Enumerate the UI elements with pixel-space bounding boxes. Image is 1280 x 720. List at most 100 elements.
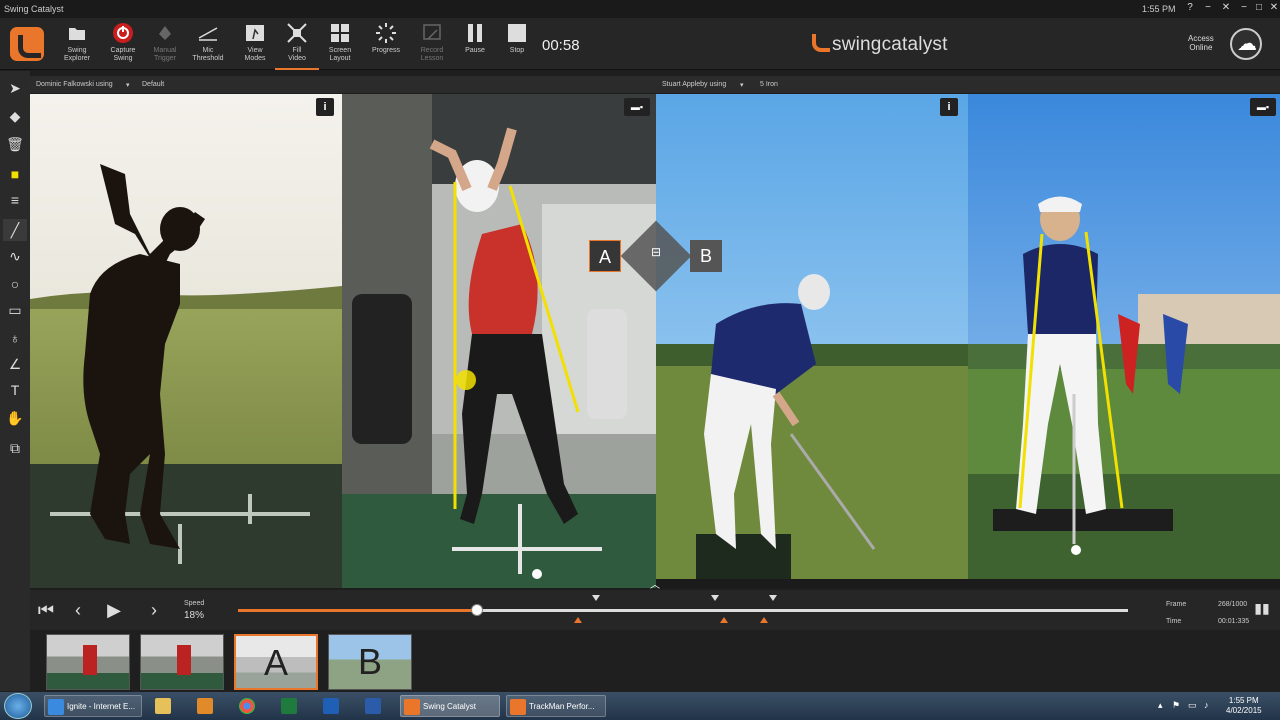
taskbar-item-media[interactable]: [194, 695, 222, 717]
body-icon[interactable]: ♁: [3, 327, 27, 349]
swing-catalyst-icon: [404, 699, 420, 715]
timeline-marker-top[interactable]: [768, 595, 777, 601]
angle-icon[interactable]: ∠: [3, 353, 27, 375]
speed-control[interactable]: Speed 18%: [184, 598, 204, 622]
library-icon[interactable]: ▮▮: [1252, 600, 1272, 620]
info-icon[interactable]: i: [940, 98, 958, 116]
minimize-small-button[interactable]: −: [1199, 2, 1217, 13]
collapse-up-icon[interactable]: ︿: [648, 576, 662, 591]
thumbnail-1[interactable]: [46, 634, 130, 690]
main-toolbar: Swing Explorer Capture Swing Manual Trig…: [0, 18, 1280, 70]
progress-button[interactable]: Progress: [364, 22, 408, 70]
fill-video-button[interactable]: Fill Video: [275, 22, 319, 70]
stop-button[interactable]: Stop: [495, 22, 539, 70]
video-a-club[interactable]: Default: [142, 81, 164, 88]
word-icon: [365, 698, 381, 714]
help-button[interactable]: ?: [1181, 2, 1199, 13]
thumbnail-a[interactable]: A: [234, 634, 318, 690]
video-b-club[interactable]: 5 Iron: [760, 81, 778, 88]
pause-button[interactable]: Pause: [453, 22, 497, 70]
record-lesson-button[interactable]: Record Lesson: [410, 22, 454, 70]
brand-mark-icon: [812, 34, 830, 52]
tray-flag-icon[interactable]: ⚑: [1172, 700, 1180, 711]
camera-icon[interactable]: ▬▪: [1250, 98, 1276, 116]
tray-network-icon[interactable]: ▭: [1188, 700, 1197, 711]
timeline-marker-top[interactable]: [591, 595, 600, 601]
progress-icon: [376, 23, 396, 43]
marker-icon[interactable]: ■: [3, 163, 27, 185]
chevron-down-icon[interactable]: ▾: [740, 81, 744, 89]
window-title: Swing Catalyst: [4, 4, 64, 14]
frame-info: Frame 268/1000 Time 00:01:335: [1166, 596, 1249, 630]
video-b-front-frame: [968, 94, 1280, 588]
video-b-front-view[interactable]: ▬▪: [968, 94, 1280, 588]
view-modes-button[interactable]: View Modes: [233, 22, 277, 70]
chevron-down-icon[interactable]: ▾: [126, 81, 130, 89]
access-status: Access Online: [1188, 34, 1214, 52]
close-small-button[interactable]: ✕: [1217, 2, 1235, 13]
excel-icon: [281, 698, 297, 714]
taskbar-item-word[interactable]: [362, 695, 390, 717]
play-icon[interactable]: ▶: [102, 598, 126, 622]
step-back-icon[interactable]: ‹: [66, 598, 90, 622]
chrome-icon: [239, 698, 255, 714]
tray-volume-icon[interactable]: ♪: [1204, 700, 1209, 710]
record-icon: [113, 23, 133, 43]
skip-start-icon[interactable]: ⏮: [34, 598, 58, 622]
step-forward-icon[interactable]: ›: [142, 598, 166, 622]
info-icon[interactable]: i: [316, 98, 334, 116]
video-b-side-view[interactable]: i: [656, 94, 968, 588]
thumbnail-b[interactable]: B: [328, 634, 412, 690]
taskbar-item-outlook[interactable]: [320, 695, 348, 717]
thumbnail-2[interactable]: [140, 634, 224, 690]
pointer-icon[interactable]: ➤: [3, 77, 27, 99]
text-icon[interactable]: T: [3, 379, 27, 401]
video-a-front-view[interactable]: ▬▪: [342, 94, 656, 588]
camera-icon[interactable]: ▬▪: [624, 98, 650, 116]
trash-icon[interactable]: 🗑: [3, 133, 27, 155]
ie-icon: [48, 699, 64, 715]
timeline-marker-bottom[interactable]: [573, 617, 582, 623]
taskbar-item-ie[interactable]: Ignite - Internet E...: [44, 695, 142, 717]
capture-swing-button[interactable]: Capture Swing: [101, 22, 145, 70]
taskbar-item-excel[interactable]: [278, 695, 306, 717]
taskbar-item-trackman[interactable]: TrackMan Perfor...: [506, 695, 606, 717]
cloud-icon[interactable]: [1230, 28, 1262, 60]
manual-trigger-button[interactable]: Manual Trigger: [143, 22, 187, 70]
swing-thumbnails: A B: [30, 630, 1280, 692]
eraser-icon[interactable]: ◆: [3, 105, 27, 127]
circle-icon[interactable]: ○: [3, 273, 27, 295]
folder-icon: [69, 28, 85, 40]
speed-value: 18%: [184, 610, 205, 621]
brand-logo: swingcatalyst: [812, 34, 948, 56]
video-b-side-frame: [656, 94, 968, 588]
swing-explorer-button[interactable]: Swing Explorer: [55, 22, 99, 70]
timeline-marker-bottom[interactable]: [719, 617, 728, 623]
hand-icon[interactable]: ✋: [3, 407, 27, 429]
title-bar: Swing Catalyst 1:55 PM ? − ✕ − □ ✕: [0, 0, 1280, 18]
timeline-marker-top[interactable]: [711, 595, 720, 601]
rectangle-icon[interactable]: ▭: [3, 299, 27, 321]
tray-expand-icon[interactable]: ▴: [1158, 700, 1163, 711]
system-clock[interactable]: 1:55 PM 4/02/2015: [1226, 696, 1262, 716]
video-b-player: Stuart Appleby using: [662, 81, 727, 88]
taskbar-item-explorer[interactable]: [152, 695, 180, 717]
video-b-badge[interactable]: B: [690, 240, 722, 272]
video-a-side-view[interactable]: i: [30, 94, 342, 588]
compare-icon[interactable]: ⧉: [3, 437, 27, 459]
timeline-scrubber[interactable]: [238, 604, 1128, 616]
scrubber-handle[interactable]: [470, 604, 483, 616]
line-icon[interactable]: ╱: [3, 219, 27, 241]
lines-icon[interactable]: ≡: [3, 189, 27, 211]
media-player-icon: [197, 698, 213, 714]
taskbar-item-swing-catalyst[interactable]: Swing Catalyst: [400, 695, 500, 717]
video-a-badge[interactable]: A: [589, 240, 621, 272]
start-button[interactable]: [4, 693, 32, 719]
mic-threshold-button[interactable]: Mic Threshold: [186, 22, 230, 70]
video-b-header: Stuart Appleby using ▾ 5 Iron: [656, 76, 1280, 93]
close-button[interactable]: ✕: [1265, 2, 1280, 13]
taskbar-item-chrome[interactable]: [236, 695, 264, 717]
timeline-marker-bottom[interactable]: [759, 617, 768, 623]
screen-layout-button[interactable]: Screen Layout: [318, 22, 362, 70]
curve-icon[interactable]: ∿: [3, 245, 27, 267]
